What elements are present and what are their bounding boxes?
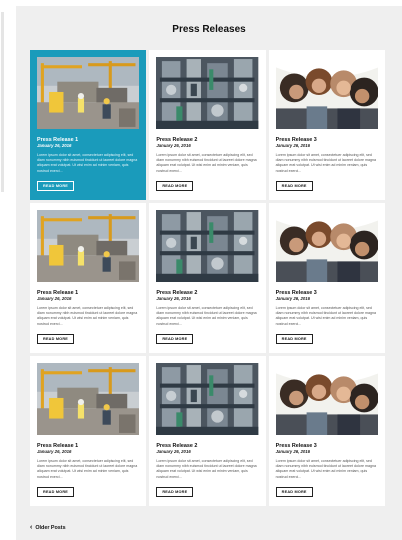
- card-excerpt: Lorem ipsum dolor sit amet, consectetuer…: [156, 306, 257, 326]
- card-excerpt: Lorem ipsum dolor sit amet, consectetuer…: [37, 459, 138, 479]
- card-date: January 26, 2016: [156, 143, 191, 149]
- machinery-photo[interactable]: [156, 363, 258, 435]
- card-date: January 26, 2016: [275, 143, 311, 149]
- read-more-button[interactable]: READ MORE: [275, 486, 313, 497]
- older-posts-label: Older Posts: [35, 524, 66, 531]
- card-excerpt: Lorem ipsum dolor sit amet, consectetuer…: [156, 459, 257, 479]
- older-posts-link[interactable]: ‹ Older Posts: [30, 524, 66, 531]
- press-release-card[interactable]: Press Release 1 January 26, 2016 Lorem i…: [30, 203, 147, 353]
- read-more-button[interactable]: READ MORE: [156, 486, 194, 497]
- read-more-button[interactable]: READ MORE: [37, 333, 75, 344]
- card-excerpt: Lorem ipsum dolor sit amet, consectetuer…: [37, 153, 138, 173]
- card-excerpt: Lorem ipsum dolor sit amet, consectetuer…: [275, 153, 376, 173]
- card-excerpt: Lorem ipsum dolor sit amet, consectetuer…: [275, 459, 376, 479]
- construction-photo[interactable]: [37, 210, 139, 282]
- card-excerpt: Lorem ipsum dolor sit amet, consectetuer…: [37, 306, 138, 326]
- press-release-card[interactable]: Press Release 2 January 26, 2016 Lorem i…: [149, 203, 266, 353]
- press-release-card[interactable]: Press Release 1 January 26, 2016 Lorem i…: [30, 50, 147, 200]
- card-date: January 26, 2016: [37, 143, 72, 149]
- card-date: January 26, 2016: [275, 449, 311, 455]
- press-release-card[interactable]: Press Release 3 January 26, 2016 Lorem i…: [268, 203, 385, 353]
- read-more-button[interactable]: READ MORE: [156, 180, 194, 191]
- card-excerpt: Lorem ipsum dolor sit amet, consectetuer…: [275, 306, 376, 326]
- construction-photo[interactable]: [37, 57, 139, 129]
- press-release-card[interactable]: Press Release 2 January 26, 2016 Lorem i…: [149, 356, 266, 506]
- press-release-card[interactable]: Press Release 3 January 26, 2016 Lorem i…: [268, 50, 385, 200]
- card-excerpt: Lorem ipsum dolor sit amet, consectetuer…: [156, 153, 257, 173]
- page-title: Press Releases: [172, 24, 246, 35]
- card-date: January 26, 2016: [37, 296, 72, 302]
- team-huddle-photo[interactable]: [276, 210, 378, 282]
- press-release-card[interactable]: Press Release 1 January 26, 2016 Lorem i…: [30, 356, 147, 506]
- page-edge-decoration: [1, 12, 4, 192]
- team-huddle-photo[interactable]: [276, 57, 378, 129]
- read-more-button[interactable]: READ MORE: [275, 333, 313, 344]
- press-release-grid: Press Release 1 January 26, 2016 Lorem i…: [30, 50, 385, 506]
- chevron-left-icon: ‹: [30, 524, 33, 531]
- press-release-card[interactable]: Press Release 3 January 26, 2016 Lorem i…: [268, 356, 385, 506]
- construction-photo[interactable]: [37, 363, 139, 435]
- card-date: January 26, 2016: [275, 296, 311, 302]
- card-date: January 26, 2016: [156, 449, 191, 455]
- card-date: January 26, 2016: [156, 296, 191, 302]
- machinery-photo[interactable]: [156, 210, 258, 282]
- read-more-button[interactable]: READ MORE: [37, 180, 75, 191]
- press-release-card[interactable]: Press Release 2 January 26, 2016 Lorem i…: [149, 50, 266, 200]
- read-more-button[interactable]: READ MORE: [156, 333, 194, 344]
- read-more-button[interactable]: READ MORE: [275, 180, 313, 191]
- read-more-button[interactable]: READ MORE: [37, 486, 75, 497]
- team-huddle-photo[interactable]: [276, 363, 378, 435]
- machinery-photo[interactable]: [156, 57, 258, 129]
- card-date: January 26, 2016: [37, 449, 72, 455]
